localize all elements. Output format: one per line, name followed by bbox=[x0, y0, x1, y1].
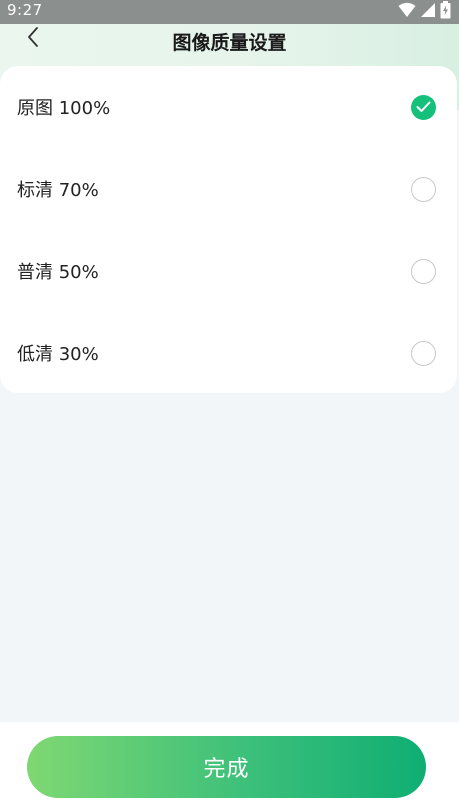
radio-unchecked[interactable] bbox=[411, 176, 436, 202]
radio-unchecked[interactable] bbox=[411, 340, 436, 366]
wifi-icon bbox=[398, 2, 416, 22]
option-low[interactable]: 低清 30% bbox=[0, 312, 457, 394]
quality-options-card: 原图 100% 标清 70% 普清 50% 低清 30% bbox=[0, 66, 457, 393]
page-title: 图像质量设置 bbox=[172, 32, 287, 54]
status-icons bbox=[398, 1, 451, 23]
status-bar: 9:27 bbox=[0, 0, 459, 24]
option-label: 标清 70% bbox=[17, 180, 99, 201]
navigation-bar: 图像质量设置 bbox=[0, 24, 459, 66]
option-label: 低清 30% bbox=[17, 344, 99, 365]
status-time: 9:27 bbox=[7, 1, 43, 19]
option-original[interactable]: 原图 100% bbox=[0, 66, 457, 148]
signal-icon bbox=[420, 2, 436, 22]
checkmark-icon bbox=[416, 98, 431, 117]
bottom-bar: 完成 bbox=[0, 722, 459, 808]
battery-icon bbox=[440, 1, 451, 23]
radio-unchecked[interactable] bbox=[411, 258, 436, 284]
radio-checked[interactable] bbox=[411, 94, 436, 120]
done-button[interactable]: 完成 bbox=[27, 736, 426, 798]
option-label: 普清 50% bbox=[17, 262, 99, 283]
option-label: 原图 100% bbox=[17, 98, 111, 119]
option-standard[interactable]: 标清 70% bbox=[0, 148, 457, 230]
option-normal[interactable]: 普清 50% bbox=[0, 230, 457, 312]
